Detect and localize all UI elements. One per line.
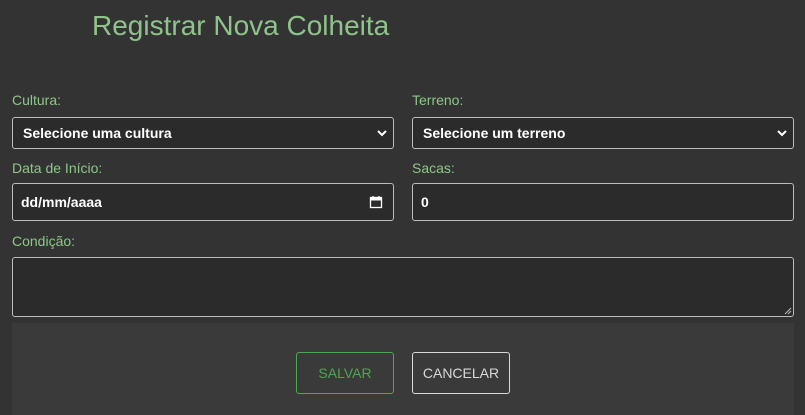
save-button[interactable]: SALVAR: [296, 352, 394, 394]
sacas-label: Sacas:: [412, 160, 455, 176]
data-inicio-label: Data de Início:: [12, 160, 103, 176]
sacas-input[interactable]: 0: [412, 183, 794, 221]
cultura-select[interactable]: Selecione uma cultura: [12, 117, 394, 149]
page-title: Registrar Nova Colheita: [92, 10, 390, 41]
chevron-down-icon: [377, 130, 387, 137]
condicao-label: Condição:: [12, 233, 76, 249]
data-inicio-placeholder: dd/mm/aaaa: [21, 194, 102, 210]
calendar-icon[interactable]: [369, 195, 383, 209]
data-inicio-input[interactable]: dd/mm/aaaa: [12, 183, 394, 221]
cancel-button[interactable]: CANCELAR: [412, 352, 510, 394]
register-harvest-dialog: Registrar Nova Colheita Cultura: Selecio…: [0, 0, 805, 415]
cultura-label: Cultura:: [12, 92, 62, 108]
condicao-textarea[interactable]: [12, 257, 794, 317]
terreno-select-value: Selecione um terreno: [423, 125, 566, 141]
resize-handle-icon[interactable]: [784, 307, 792, 315]
cultura-select-value: Selecione uma cultura: [23, 125, 172, 141]
terreno-select[interactable]: Selecione um terreno: [412, 117, 794, 149]
terreno-label: Terreno:: [412, 92, 464, 108]
chevron-down-icon: [777, 130, 787, 137]
sacas-value: 0: [421, 194, 429, 210]
form-footer: [12, 323, 794, 415]
